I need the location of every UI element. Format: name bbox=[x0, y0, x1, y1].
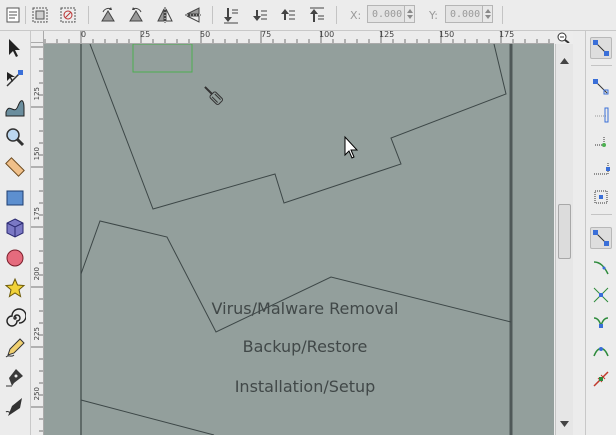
rotate-cw-icon[interactable] bbox=[126, 5, 146, 25]
ruler-label-150: 150 bbox=[439, 31, 455, 39]
snap-nodes-icon[interactable] bbox=[590, 227, 612, 249]
zoom-correction-icon[interactable] bbox=[556, 32, 572, 44]
x-label: X: bbox=[350, 9, 362, 22]
flip-vertical-icon[interactable] bbox=[183, 5, 203, 25]
selection-box[interactable] bbox=[132, 44, 193, 73]
y-label: Y: bbox=[429, 9, 438, 22]
measure-tool-icon[interactable] bbox=[3, 155, 27, 179]
vruler-label-225: 225 bbox=[33, 327, 41, 341]
lower-icon[interactable] bbox=[250, 5, 270, 25]
toolbox bbox=[0, 31, 31, 435]
service-text-backup-restore[interactable]: Backup/Restore bbox=[243, 337, 368, 356]
snap-path-intersections-icon[interactable] bbox=[590, 284, 612, 306]
snap-separator bbox=[591, 65, 612, 66]
snap-cusp-nodes-icon[interactable] bbox=[590, 312, 612, 334]
zoom-tool-icon[interactable] bbox=[3, 125, 27, 149]
tweak-tool-icon[interactable] bbox=[3, 95, 27, 119]
selector-tool-icon[interactable] bbox=[3, 36, 27, 60]
drawing-canvas[interactable]: Virus/Malware Removal Backup/Restore Ins… bbox=[44, 44, 554, 435]
pencil-tool-icon[interactable] bbox=[3, 336, 27, 360]
flip-horizontal-icon[interactable] bbox=[155, 5, 175, 25]
toolbar-separator bbox=[25, 6, 26, 24]
snap-line-midpoints-icon[interactable] bbox=[590, 368, 612, 390]
vruler-label-150: 150 bbox=[33, 147, 41, 161]
scrollbar-thumb[interactable] bbox=[558, 204, 571, 259]
spiral-tool-icon[interactable] bbox=[3, 306, 27, 330]
star-tool-icon[interactable] bbox=[3, 276, 27, 300]
pen-tool-icon[interactable] bbox=[3, 365, 27, 389]
ruler-label-75: 75 bbox=[261, 31, 272, 39]
ruler-label-25: 25 bbox=[140, 31, 151, 39]
ruler-label-100: 100 bbox=[319, 31, 335, 39]
3d-box-tool-icon[interactable] bbox=[3, 216, 27, 240]
mouse-cursor-icon bbox=[344, 135, 359, 159]
toolbar-separator bbox=[502, 6, 503, 24]
toolbar-separator bbox=[88, 6, 89, 24]
x-spin-button[interactable] bbox=[405, 5, 415, 23]
ruler-label-125: 125 bbox=[379, 31, 395, 39]
x-coordinate-input[interactable]: 0.000 bbox=[367, 5, 405, 23]
vruler-label-200: 200 bbox=[33, 267, 41, 281]
horizontal-ruler[interactable]: 0 25 50 75 100 125 150 175 bbox=[44, 31, 554, 44]
service-text-virus-removal[interactable]: Virus/Malware Removal bbox=[212, 299, 399, 318]
vertical-ruler[interactable]: 125 150 175 200 225 250 bbox=[31, 43, 44, 435]
vruler-label-175: 175 bbox=[33, 207, 41, 221]
vertical-ruler-ticks bbox=[31, 46, 43, 432]
select-all-layers-icon[interactable] bbox=[30, 5, 50, 25]
calligraphy-tool-icon[interactable] bbox=[3, 395, 27, 419]
scroll-down-icon[interactable] bbox=[558, 417, 571, 430]
horizontal-ruler-ticks bbox=[44, 31, 550, 43]
snap-toggle-icon[interactable] bbox=[590, 37, 612, 59]
scroll-up-icon[interactable] bbox=[558, 54, 571, 67]
raise-to-top-icon[interactable] bbox=[307, 5, 327, 25]
snap-controls-bar bbox=[585, 31, 616, 435]
snap-bbox-midpoints-icon[interactable] bbox=[590, 158, 612, 180]
tool-controls-bar: X: 0.000 Y: 0.000 bbox=[0, 0, 616, 31]
vruler-label-250: 250 bbox=[33, 387, 41, 401]
ruler-label-0: 0 bbox=[81, 31, 87, 39]
snap-bbox-edges-icon[interactable] bbox=[590, 104, 612, 126]
snap-bbox-centers-icon[interactable] bbox=[590, 186, 612, 208]
deselect-icon[interactable] bbox=[58, 5, 78, 25]
vruler-label-125: 125 bbox=[33, 87, 41, 101]
service-text-installation-setup[interactable]: Installation/Setup bbox=[235, 377, 376, 396]
toolbar-separator bbox=[336, 6, 337, 24]
y-spin-button[interactable] bbox=[483, 5, 493, 23]
y-coordinate-input[interactable]: 0.000 bbox=[445, 5, 483, 23]
bottom-line[interactable] bbox=[80, 399, 215, 435]
ruler-label-50: 50 bbox=[200, 31, 211, 39]
rotate-ccw-icon[interactable] bbox=[98, 5, 118, 25]
panel-gap bbox=[573, 31, 585, 435]
ellipse-tool-icon[interactable] bbox=[3, 246, 27, 270]
lower-to-bottom-icon[interactable] bbox=[221, 5, 241, 25]
raise-icon[interactable] bbox=[278, 5, 298, 25]
snap-smooth-nodes-icon[interactable] bbox=[590, 340, 612, 362]
snap-bbox-corners-icon[interactable] bbox=[590, 131, 612, 153]
vertical-scrollbar[interactable] bbox=[555, 44, 573, 435]
select-all-icon[interactable] bbox=[3, 5, 23, 25]
upper-shape[interactable] bbox=[89, 44, 507, 210]
snap-paths-icon[interactable] bbox=[590, 256, 612, 278]
ruler-label-175: 175 bbox=[499, 31, 515, 39]
node-tool-icon[interactable] bbox=[3, 66, 27, 90]
screwdriver-icon bbox=[204, 86, 223, 105]
rectangle-tool-icon[interactable] bbox=[3, 186, 27, 210]
ruler-corner bbox=[31, 31, 44, 43]
snap-separator bbox=[591, 214, 612, 215]
toolbar-separator bbox=[212, 6, 213, 24]
snap-bbox-icon[interactable] bbox=[590, 76, 612, 98]
